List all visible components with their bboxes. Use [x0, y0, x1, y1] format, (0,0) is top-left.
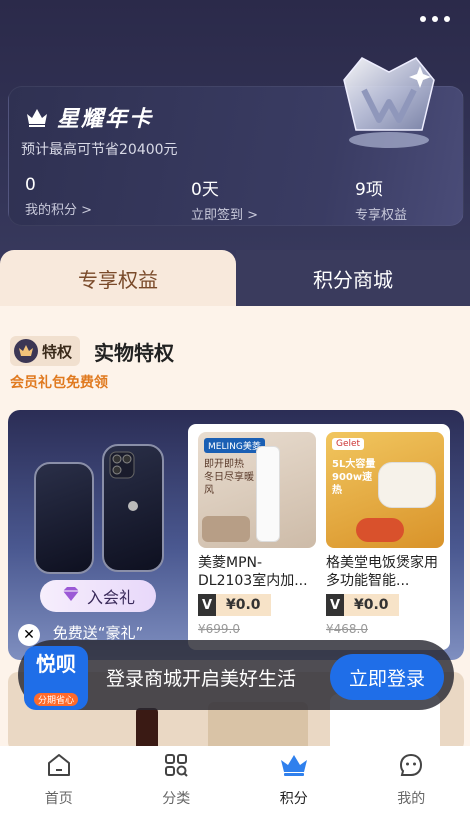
benefits-stat[interactable]: 9项 专享权益	[355, 175, 407, 223]
crown-icon	[25, 106, 49, 128]
close-icon[interactable]: ✕	[18, 624, 40, 646]
points-stat[interactable]: 0 我的积分 >	[25, 175, 92, 218]
original-price: ¥468.0	[326, 622, 368, 636]
card-subtitle: 预计最高可节省20400元	[21, 142, 178, 158]
v-badge-icon: V	[326, 594, 344, 616]
product-name: 美菱MPN-DL2103室内加...	[198, 555, 308, 589]
tab-bar-top: 专享权益 积分商城	[0, 250, 470, 306]
original-price: ¥699.0	[198, 622, 240, 636]
crystal-crown-icon	[334, 50, 444, 160]
benefits-value: 9项	[355, 180, 383, 200]
login-button[interactable]: 立即登录	[330, 654, 444, 700]
checkin-stat[interactable]: 0天 立即签到 >	[191, 175, 258, 223]
tab-profile-label: 我的	[397, 791, 426, 807]
bottom-tab-bar: 首页 分类 积分 我的	[0, 746, 470, 814]
checkin-label: 立即签到 >	[191, 208, 259, 223]
phone-image-front	[34, 462, 94, 574]
promo-banner[interactable]: 入会礼 免费送“豪礼” MELING美菱 即开即热 冬日尽享暖风 美菱MPN-D…	[8, 410, 464, 660]
v-badge-icon: V	[198, 594, 216, 616]
product-image-text: 5L大容量 900w速热	[332, 459, 376, 496]
tab-home-label: 首页	[44, 791, 73, 807]
app-logo-name: 悦呗	[36, 652, 76, 676]
product-card[interactable]: MELING美菱 即开即热 冬日尽享暖风 美菱MPN-DL2103室内加... …	[198, 432, 316, 636]
product-price: ¥0.0	[216, 594, 271, 616]
tab-exclusive-benefits[interactable]: 专享权益	[0, 250, 236, 306]
section-title: 实物特权	[94, 340, 175, 365]
app-logo-slogan: 分期省心	[33, 693, 78, 706]
section-subtitle: 会员礼包免费领	[10, 375, 108, 391]
tab-category-label: 分类	[162, 791, 191, 807]
privilege-badge: 特权	[10, 336, 81, 366]
crown-badge-icon	[14, 339, 38, 363]
app-logo: 悦呗 分期省心	[24, 646, 88, 710]
tab-profile[interactable]: 我的	[353, 746, 470, 814]
heater-product-image: MELING美菱 即开即热 冬日尽享暖风	[198, 432, 316, 548]
tab-category[interactable]: 分类	[118, 746, 236, 814]
product-card[interactable]: Gelet 5L大容量 900w速热 格美堂电饭煲家用多功能智能... V ¥0…	[326, 432, 444, 636]
price-row: V ¥0.0	[326, 594, 444, 616]
card-title: 星耀年卡	[57, 107, 154, 132]
product-name: 格美堂电饭煲家用多功能智能...	[326, 555, 438, 589]
phone-image-back	[102, 444, 164, 572]
profile-icon	[398, 752, 424, 782]
section-header: 特权 实物特权	[10, 336, 174, 366]
tab-home[interactable]: 首页	[0, 746, 118, 814]
crown-icon	[279, 752, 309, 782]
checkin-value: 0天	[191, 180, 219, 200]
privilege-badge-label: 特权	[42, 342, 73, 361]
product-image-text: 即开即热 冬日尽享暖风	[204, 459, 254, 496]
login-prompt-text: 登录商城开启美好生活	[106, 668, 297, 690]
product-price: ¥0.0	[344, 594, 399, 616]
points-label: 我的积分 >	[25, 203, 93, 218]
tab-points-label: 积分	[279, 791, 308, 807]
home-icon	[46, 752, 72, 782]
rice-cooker-product-image: Gelet 5L大容量 900w速热	[326, 432, 444, 548]
more-options-icon[interactable]	[420, 16, 450, 22]
category-icon	[163, 752, 189, 782]
join-gift-label: 入会礼	[86, 588, 135, 607]
points-value: 0	[25, 175, 36, 195]
diamond-icon	[61, 586, 81, 606]
tab-points[interactable]: 积分	[235, 746, 353, 814]
benefits-label: 专享权益	[355, 208, 408, 223]
join-gift-button[interactable]: 入会礼	[40, 580, 156, 612]
tab-points-mall[interactable]: 积分商城	[236, 250, 470, 306]
brand-tag: Gelet	[332, 438, 365, 450]
product-panel: MELING美菱 即开即热 冬日尽享暖风 美菱MPN-DL2103室内加... …	[188, 424, 450, 650]
price-row: V ¥0.0	[198, 594, 316, 616]
